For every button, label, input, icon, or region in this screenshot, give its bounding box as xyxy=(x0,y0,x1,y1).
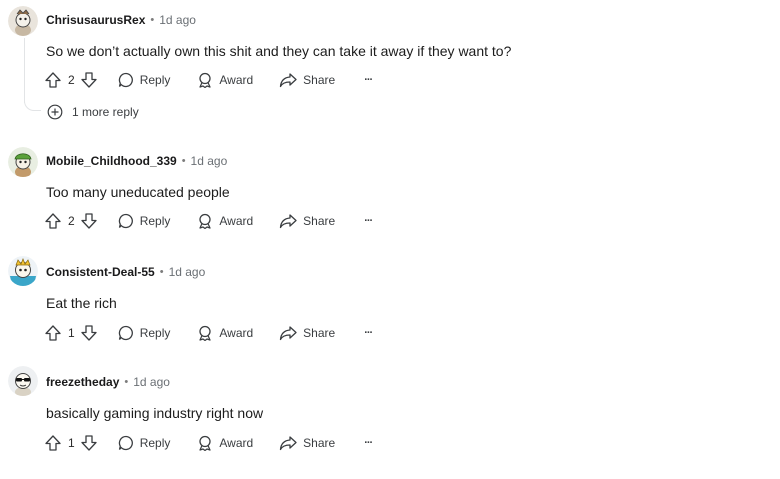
comment-actions: 1 Reply Award Share ··· xyxy=(44,321,373,345)
downvote-button[interactable] xyxy=(80,71,98,89)
share-icon xyxy=(280,326,297,341)
award-icon xyxy=(199,325,212,341)
upvote-button[interactable] xyxy=(44,71,62,89)
share-button[interactable]: Share xyxy=(279,72,335,88)
thread-connector xyxy=(24,94,41,111)
vote-count: 1 xyxy=(68,436,75,450)
reply-label: Reply xyxy=(139,214,171,228)
award-label: Award xyxy=(219,73,254,87)
meta-separator: • xyxy=(150,14,155,26)
more-replies-label: 1 more reply xyxy=(72,105,139,119)
upvote-icon xyxy=(45,325,61,341)
award-button[interactable]: Award xyxy=(197,435,253,451)
downvote-icon xyxy=(81,213,97,229)
upvote-button[interactable] xyxy=(44,324,62,342)
upvote-button[interactable] xyxy=(44,434,62,452)
share-icon xyxy=(280,214,297,229)
more-options-icon: ··· xyxy=(364,327,373,339)
award-icon xyxy=(199,213,212,229)
share-button[interactable]: Share xyxy=(279,325,335,341)
comment-bubble-icon xyxy=(118,213,133,229)
comment-bubble-icon xyxy=(118,435,133,451)
comment-text: So we don’t actually own this shit and t… xyxy=(46,43,512,59)
meta-separator: • xyxy=(159,266,164,278)
meta-separator: • xyxy=(124,376,129,388)
share-icon xyxy=(280,436,297,451)
reply-label: Reply xyxy=(139,326,171,340)
share-button[interactable]: Share xyxy=(279,213,335,229)
vote-count: 2 xyxy=(68,214,75,228)
comment-timestamp[interactable]: 1d ago xyxy=(133,375,170,389)
comment-text: basically gaming industry right now xyxy=(46,405,264,421)
award-icon xyxy=(199,72,212,88)
avatar[interactable] xyxy=(8,6,38,36)
avatar[interactable] xyxy=(8,256,38,286)
comment-actions: 2 Reply Award Share ··· xyxy=(44,68,373,92)
more-options-icon: ··· xyxy=(364,437,373,449)
more-replies-button[interactable]: 1 more reply xyxy=(47,104,139,120)
upvote-icon xyxy=(45,213,61,229)
reply-label: Reply xyxy=(139,73,171,87)
downvote-icon xyxy=(81,72,97,88)
comment-bubble-icon xyxy=(118,72,133,88)
comment-author[interactable]: ChrisusaurusRex xyxy=(46,13,145,27)
comment-text: Eat the rich xyxy=(46,295,117,311)
comment-actions: 2 Reply Award Share ··· xyxy=(44,209,373,233)
share-label: Share xyxy=(303,436,336,450)
more-options-icon: ··· xyxy=(364,74,373,86)
reply-label: Reply xyxy=(139,436,171,450)
more-options-button[interactable]: ··· xyxy=(364,327,373,339)
avatar[interactable] xyxy=(8,147,38,177)
downvote-icon xyxy=(81,435,97,451)
more-options-button[interactable]: ··· xyxy=(364,74,373,86)
vote-count: 2 xyxy=(68,73,75,87)
downvote-button[interactable] xyxy=(80,434,98,452)
reply-button[interactable]: Reply xyxy=(118,213,171,229)
more-options-button[interactable]: ··· xyxy=(364,437,373,449)
upvote-icon xyxy=(45,72,61,88)
downvote-button[interactable] xyxy=(80,212,98,230)
reply-button[interactable]: Reply xyxy=(118,435,171,451)
meta-separator: • xyxy=(181,155,186,167)
more-options-button[interactable]: ··· xyxy=(364,215,373,227)
comment-author[interactable]: Mobile_Childhood_339 xyxy=(46,154,177,168)
comment-timestamp[interactable]: 1d ago xyxy=(169,265,206,279)
award-label: Award xyxy=(219,436,254,450)
comment-timestamp[interactable]: 1d ago xyxy=(191,154,228,168)
award-label: Award xyxy=(219,326,254,340)
plus-circle-icon xyxy=(47,104,63,120)
share-label: Share xyxy=(303,214,336,228)
downvote-icon xyxy=(81,325,97,341)
avatar[interactable] xyxy=(8,366,38,396)
award-icon xyxy=(199,435,212,451)
comment-text: Too many uneducated people xyxy=(46,184,230,200)
comment-author[interactable]: freezetheday xyxy=(46,375,119,389)
downvote-button[interactable] xyxy=(80,324,98,342)
award-button[interactable]: Award xyxy=(197,213,253,229)
reply-button[interactable]: Reply xyxy=(118,325,171,341)
upvote-icon xyxy=(45,435,61,451)
upvote-button[interactable] xyxy=(44,212,62,230)
award-button[interactable]: Award xyxy=(197,72,253,88)
vote-count: 1 xyxy=(68,326,75,340)
more-options-icon: ··· xyxy=(364,215,373,227)
share-button[interactable]: Share xyxy=(279,435,335,451)
comment-actions: 1 Reply Award Share ··· xyxy=(44,431,373,455)
share-label: Share xyxy=(303,73,336,87)
comment-bubble-icon xyxy=(118,325,133,341)
award-button[interactable]: Award xyxy=(197,325,253,341)
share-label: Share xyxy=(303,326,336,340)
award-label: Award xyxy=(219,214,254,228)
comment-author[interactable]: Consistent-Deal-55 xyxy=(46,265,155,279)
reply-button[interactable]: Reply xyxy=(118,72,171,88)
comment-timestamp[interactable]: 1d ago xyxy=(159,13,196,27)
share-icon xyxy=(280,73,297,88)
